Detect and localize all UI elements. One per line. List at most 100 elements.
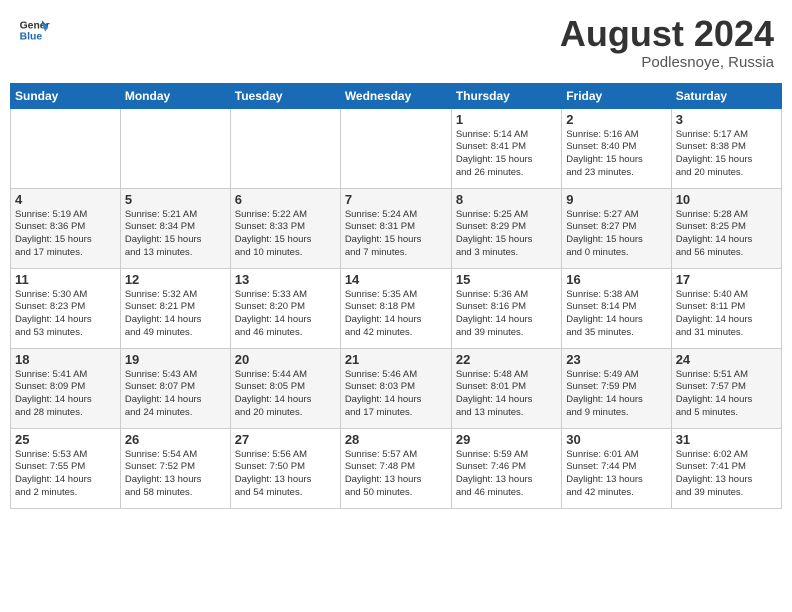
calendar-cell: 7 Sunrise: 5:24 AM Sunset: 8:31 PM Daylig…: [340, 188, 451, 268]
day-info: Sunrise: 5:21 AM Sunset: 8:34 PM Dayligh…: [125, 209, 226, 260]
day-number: 16: [566, 272, 666, 287]
calendar-cell: 4 Sunrise: 5:19 AM Sunset: 8:36 PM Daylig…: [11, 188, 121, 268]
day-info: Sunrise: 5:59 AM Sunset: 7:46 PM Dayligh…: [456, 449, 557, 500]
day-info: Sunrise: 5:16 AM Sunset: 8:40 PM Dayligh…: [566, 129, 666, 180]
week-row-4: 18Sunrise: 5:41 AM Sunset: 8:09 PM Dayli…: [11, 348, 782, 428]
calendar-cell: 9 Sunrise: 5:27 AM Sunset: 8:27 PM Daylig…: [562, 188, 671, 268]
calendar-cell: 29Sunrise: 5:59 AM Sunset: 7:46 PM Dayli…: [451, 428, 561, 508]
day-info: Sunrise: 5:44 AM Sunset: 8:05 PM Dayligh…: [235, 369, 336, 420]
calendar-cell: 1 Sunrise: 5:14 AM Sunset: 8:41 PM Daylig…: [451, 108, 561, 188]
calendar-cell: 14 Sunrise: 5:35 AM Sunset: 8:18 PM Dayli…: [340, 268, 451, 348]
day-number: 23: [566, 352, 666, 367]
day-info: Sunrise: 5:32 AM Sunset: 8:21 PM Dayligh…: [125, 289, 226, 340]
day-number: 30: [566, 432, 666, 447]
page-header: General Blue August 2024 Podlesnoye, Rus…: [10, 10, 782, 75]
day-number: 27: [235, 432, 336, 447]
day-info: Sunrise: 5:56 AM Sunset: 7:50 PM Dayligh…: [235, 449, 336, 500]
day-number: 1: [456, 112, 557, 127]
calendar-cell: 24 Sunrise: 5:51 AM Sunset: 7:57 PM Dayli…: [671, 348, 781, 428]
svg-text:Blue: Blue: [20, 32, 43, 43]
logo: General Blue: [18, 14, 50, 46]
week-row-3: 11 Sunrise: 5:30 AM Sunset: 8:23 PM Dayli…: [11, 268, 782, 348]
day-info: Sunrise: 5:30 AM Sunset: 8:23 PM Dayligh…: [15, 289, 116, 340]
day-number: 9: [566, 192, 666, 207]
day-info: Sunrise: 5:57 AM Sunset: 7:48 PM Dayligh…: [345, 449, 447, 500]
day-header-friday: Friday: [562, 83, 671, 108]
day-info: Sunrise: 5:46 AM Sunset: 8:03 PM Dayligh…: [345, 369, 447, 420]
day-number: 28: [345, 432, 447, 447]
day-info: Sunrise: 5:54 AM Sunset: 7:52 PM Dayligh…: [125, 449, 226, 500]
day-header-monday: Monday: [120, 83, 230, 108]
logo-icon: General Blue: [18, 14, 50, 46]
day-info: Sunrise: 5:27 AM Sunset: 8:27 PM Dayligh…: [566, 209, 666, 260]
calendar-cell: 16 Sunrise: 5:38 AM Sunset: 8:14 PM Dayli…: [562, 268, 671, 348]
calendar-cell: 20Sunrise: 5:44 AM Sunset: 8:05 PM Dayli…: [230, 348, 340, 428]
week-row-1: 1 Sunrise: 5:14 AM Sunset: 8:41 PM Daylig…: [11, 108, 782, 188]
day-number: 12: [125, 272, 226, 287]
day-number: 31: [676, 432, 777, 447]
calendar-cell: [340, 108, 451, 188]
day-number: 14: [345, 272, 447, 287]
calendar-cell: 27 Sunrise: 5:56 AM Sunset: 7:50 PM Dayli…: [230, 428, 340, 508]
calendar-cell: 25 Sunrise: 5:53 AM Sunset: 7:55 PM Dayli…: [11, 428, 121, 508]
day-info: Sunrise: 5:35 AM Sunset: 8:18 PM Dayligh…: [345, 289, 447, 340]
title-block: August 2024 Podlesnoye, Russia: [560, 14, 774, 71]
day-info: Sunrise: 6:01 AM Sunset: 7:44 PM Dayligh…: [566, 449, 666, 500]
day-number: 10: [676, 192, 777, 207]
day-number: 21: [345, 352, 447, 367]
month-title: August 2024: [560, 14, 774, 54]
day-info: Sunrise: 5:28 AM Sunset: 8:25 PM Dayligh…: [676, 209, 777, 260]
calendar-cell: 21 Sunrise: 5:46 AM Sunset: 8:03 PM Dayli…: [340, 348, 451, 428]
day-header-sunday: Sunday: [11, 83, 121, 108]
calendar-table: SundayMondayTuesdayWednesdayThursdayFrid…: [10, 83, 782, 509]
calendar-cell: 28 Sunrise: 5:57 AM Sunset: 7:48 PM Dayli…: [340, 428, 451, 508]
calendar-cell: 13 Sunrise: 5:33 AM Sunset: 8:20 PM Dayli…: [230, 268, 340, 348]
day-info: Sunrise: 5:49 AM Sunset: 7:59 PM Dayligh…: [566, 369, 666, 420]
day-info: Sunrise: 5:53 AM Sunset: 7:55 PM Dayligh…: [15, 449, 116, 500]
day-number: 26: [125, 432, 226, 447]
calendar-cell: 18Sunrise: 5:41 AM Sunset: 8:09 PM Dayli…: [11, 348, 121, 428]
day-number: 25: [15, 432, 116, 447]
day-number: 5: [125, 192, 226, 207]
day-info: Sunrise: 5:43 AM Sunset: 8:07 PM Dayligh…: [125, 369, 226, 420]
calendar-cell: 23 Sunrise: 5:49 AM Sunset: 7:59 PM Dayli…: [562, 348, 671, 428]
day-header-tuesday: Tuesday: [230, 83, 340, 108]
location: Podlesnoye, Russia: [560, 54, 774, 71]
day-info: Sunrise: 5:24 AM Sunset: 8:31 PM Dayligh…: [345, 209, 447, 260]
day-number: 4: [15, 192, 116, 207]
day-number: 24: [676, 352, 777, 367]
day-number: 18: [15, 352, 116, 367]
day-number: 15: [456, 272, 557, 287]
day-info: Sunrise: 5:17 AM Sunset: 8:38 PM Dayligh…: [676, 129, 777, 180]
calendar-cell: 17Sunrise: 5:40 AM Sunset: 8:11 PM Dayli…: [671, 268, 781, 348]
day-header-thursday: Thursday: [451, 83, 561, 108]
day-number: 7: [345, 192, 447, 207]
calendar-cell: [230, 108, 340, 188]
day-info: Sunrise: 5:48 AM Sunset: 8:01 PM Dayligh…: [456, 369, 557, 420]
calendar-cell: 5 Sunrise: 5:21 AM Sunset: 8:34 PM Daylig…: [120, 188, 230, 268]
day-header-wednesday: Wednesday: [340, 83, 451, 108]
calendar-cell: 31 Sunrise: 6:02 AM Sunset: 7:41 PM Dayli…: [671, 428, 781, 508]
day-number: 19: [125, 352, 226, 367]
calendar-cell: 30 Sunrise: 6:01 AM Sunset: 7:44 PM Dayli…: [562, 428, 671, 508]
calendar-cell: 19 Sunrise: 5:43 AM Sunset: 8:07 PM Dayli…: [120, 348, 230, 428]
calendar-cell: 10 Sunrise: 5:28 AM Sunset: 8:25 PM Dayli…: [671, 188, 781, 268]
day-info: Sunrise: 5:33 AM Sunset: 8:20 PM Dayligh…: [235, 289, 336, 340]
day-info: Sunrise: 5:19 AM Sunset: 8:36 PM Dayligh…: [15, 209, 116, 260]
day-info: Sunrise: 5:38 AM Sunset: 8:14 PM Dayligh…: [566, 289, 666, 340]
day-info: Sunrise: 6:02 AM Sunset: 7:41 PM Dayligh…: [676, 449, 777, 500]
calendar-cell: 3 Sunrise: 5:17 AM Sunset: 8:38 PM Daylig…: [671, 108, 781, 188]
day-info: Sunrise: 5:51 AM Sunset: 7:57 PM Dayligh…: [676, 369, 777, 420]
week-row-5: 25 Sunrise: 5:53 AM Sunset: 7:55 PM Dayli…: [11, 428, 782, 508]
day-number: 3: [676, 112, 777, 127]
day-info: Sunrise: 5:14 AM Sunset: 8:41 PM Dayligh…: [456, 129, 557, 180]
calendar-cell: 26 Sunrise: 5:54 AM Sunset: 7:52 PM Dayli…: [120, 428, 230, 508]
day-number: 6: [235, 192, 336, 207]
day-header-saturday: Saturday: [671, 83, 781, 108]
day-number: 11: [15, 272, 116, 287]
day-number: 13: [235, 272, 336, 287]
calendar-cell: 6Sunrise: 5:22 AM Sunset: 8:33 PM Daylig…: [230, 188, 340, 268]
days-header-row: SundayMondayTuesdayWednesdayThursdayFrid…: [11, 83, 782, 108]
calendar-cell: 8Sunrise: 5:25 AM Sunset: 8:29 PM Daylig…: [451, 188, 561, 268]
calendar-cell: 11 Sunrise: 5:30 AM Sunset: 8:23 PM Dayli…: [11, 268, 121, 348]
